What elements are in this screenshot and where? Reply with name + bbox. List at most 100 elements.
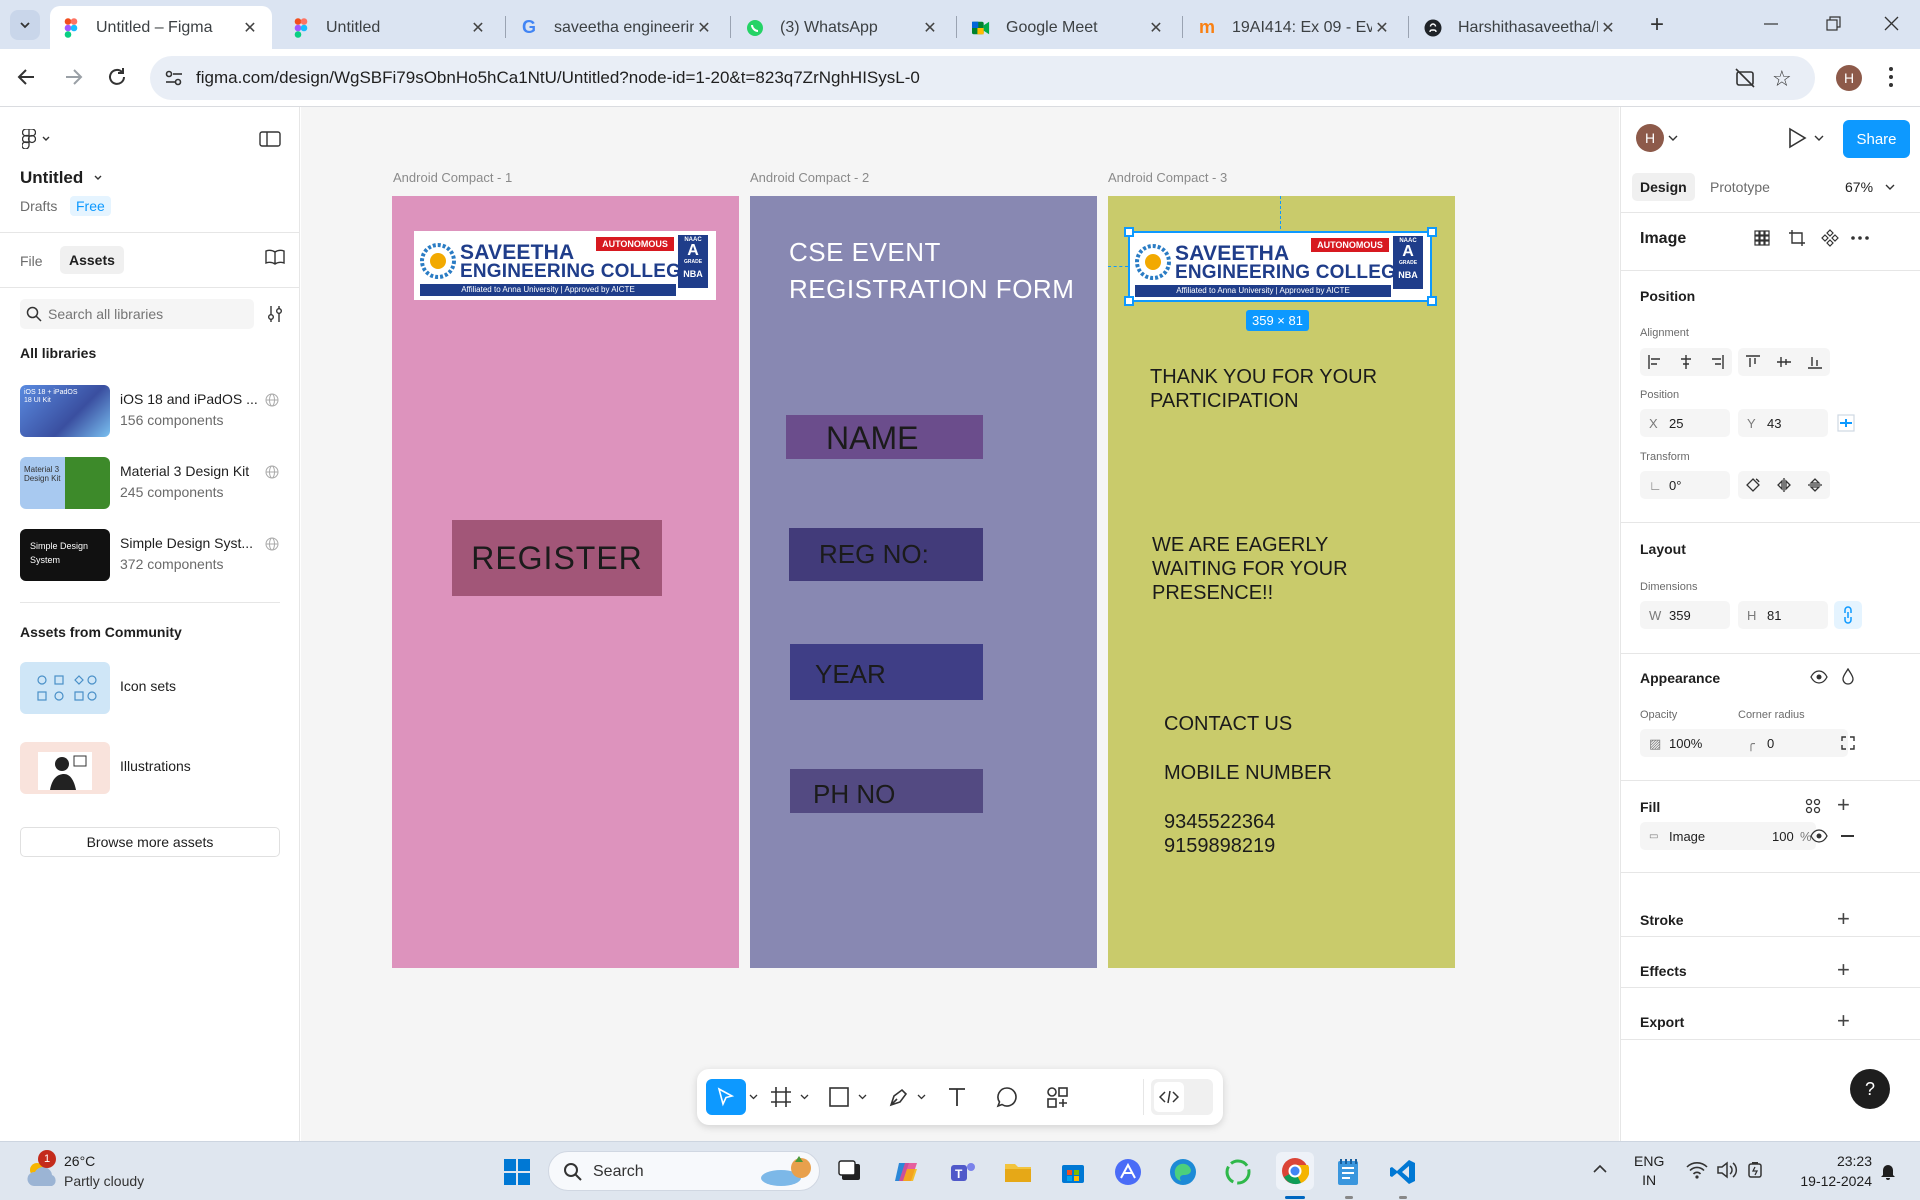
- export-heading[interactable]: Export: [1640, 1014, 1684, 1030]
- library-item[interactable]: Material 3 Design Kit Material 3 Design …: [20, 457, 290, 509]
- battery-icon[interactable]: [1746, 1161, 1764, 1179]
- styles-grid-icon[interactable]: [1805, 798, 1821, 814]
- add-export-icon[interactable]: +: [1837, 1010, 1850, 1032]
- flip-horizontal-icon[interactable]: [1777, 478, 1791, 492]
- chevron-down-icon[interactable]: [1668, 134, 1678, 143]
- file-explorer-icon[interactable]: [1001, 1155, 1035, 1189]
- add-effect-icon[interactable]: +: [1837, 959, 1850, 981]
- grid-layout-icon[interactable]: [1754, 230, 1770, 246]
- bookmark-star-icon[interactable]: ☆: [1772, 66, 1792, 92]
- tab-design[interactable]: Design: [1632, 173, 1695, 201]
- frame-android-compact-1[interactable]: SAVEETHA ENGINEERING COLLEGE AUTONOMOUS …: [392, 196, 739, 968]
- resize-handle[interactable]: [1124, 296, 1134, 306]
- community-item-illustrations[interactable]: Illustrations: [20, 742, 290, 794]
- close-tab-icon[interactable]: ✕: [1372, 18, 1392, 38]
- share-button[interactable]: Share: [1843, 120, 1910, 158]
- profile-avatar[interactable]: H: [1836, 65, 1862, 91]
- align-left-icon[interactable]: [1648, 355, 1662, 369]
- height-field[interactable]: H 81: [1738, 601, 1828, 629]
- tab-whatsapp[interactable]: (3) WhatsApp ✕: [734, 6, 952, 49]
- tab-file[interactable]: File: [20, 249, 43, 273]
- plan-badge[interactable]: Free: [70, 196, 111, 216]
- site-settings-icon[interactable]: [164, 69, 184, 87]
- visibility-eye-icon[interactable]: [1810, 670, 1828, 684]
- toggle-sidebar-icon[interactable]: [259, 131, 281, 147]
- frame-label[interactable]: Android Compact - 1: [393, 170, 512, 185]
- clock[interactable]: 23:23 19-12-2024: [1782, 1151, 1872, 1191]
- chevron-down-icon[interactable]: [858, 1093, 867, 1101]
- close-tab-icon[interactable]: ✕: [1146, 18, 1166, 38]
- tab-github[interactable]: Harshithasaveetha/Fi ✕: [1412, 6, 1630, 49]
- notifications-bell-icon[interactable]: [1880, 1162, 1896, 1180]
- stroke-heading[interactable]: Stroke: [1640, 912, 1684, 928]
- drafts-link[interactable]: Drafts: [20, 198, 57, 214]
- new-tab-button[interactable]: +: [1642, 10, 1672, 40]
- close-window-button[interactable]: [1876, 12, 1906, 36]
- vscode-icon[interactable]: [1386, 1155, 1420, 1189]
- tab-untitled-figma[interactable]: Untitled – Figma ✕: [50, 6, 272, 49]
- zoom-dropdown[interactable]: 67%: [1845, 179, 1895, 195]
- actions-tool-button[interactable]: [1045, 1085, 1069, 1109]
- close-tab-icon[interactable]: ✕: [920, 18, 940, 38]
- constrain-proportions-button[interactable]: [1834, 601, 1862, 629]
- close-tab-icon[interactable]: ✕: [694, 18, 714, 38]
- chrome-icon[interactable]: [1276, 1152, 1314, 1190]
- tab-untitled[interactable]: Untitled ✕: [280, 6, 500, 49]
- refresh-app-icon[interactable]: [1221, 1155, 1255, 1189]
- add-fill-icon[interactable]: +: [1837, 794, 1850, 816]
- register-button[interactable]: REGISTER: [452, 520, 662, 596]
- independent-corners-icon[interactable]: [1841, 736, 1855, 750]
- thank-you-text[interactable]: THANK YOU FOR YOUR PARTICIPATION: [1150, 365, 1377, 413]
- notepad-icon[interactable]: [1331, 1155, 1365, 1189]
- back-button[interactable]: [14, 64, 40, 90]
- constraints-icon[interactable]: [1837, 414, 1855, 432]
- restore-button[interactable]: [1818, 12, 1848, 36]
- align-right-icon[interactable]: [1710, 355, 1724, 369]
- remove-fill-icon[interactable]: [1841, 835, 1854, 837]
- add-stroke-icon[interactable]: +: [1837, 908, 1850, 930]
- waiting-text[interactable]: WE ARE EAGERLY WAITING FOR YOUR PRESENCE…: [1152, 533, 1348, 605]
- align-bottom-icon[interactable]: [1808, 355, 1822, 369]
- year-field[interactable]: YEAR: [790, 644, 983, 700]
- align-middle-icon[interactable]: [1777, 355, 1791, 369]
- chevron-down-icon[interactable]: [1814, 134, 1824, 143]
- align-top-icon[interactable]: [1746, 355, 1760, 369]
- library-search[interactable]: [20, 299, 254, 329]
- present-button[interactable]: [1787, 127, 1807, 149]
- corner-radius-field[interactable]: ╭ 0: [1738, 729, 1848, 757]
- opacity-field[interactable]: ▨ 100%: [1640, 729, 1750, 757]
- frame-label[interactable]: Android Compact - 3: [1108, 170, 1227, 185]
- user-avatar[interactable]: H: [1636, 124, 1664, 152]
- start-button[interactable]: [500, 1155, 534, 1189]
- name-field[interactable]: NAME: [786, 415, 983, 459]
- reload-button[interactable]: [104, 64, 130, 90]
- chevron-down-icon[interactable]: [749, 1093, 758, 1101]
- frame-tool-button[interactable]: [769, 1085, 793, 1109]
- resize-handle[interactable]: [1427, 227, 1437, 237]
- design-canvas[interactable]: Android Compact - 1 Android Compact - 2 …: [301, 107, 1619, 1141]
- help-button[interactable]: ?: [1850, 1069, 1890, 1109]
- mobile-number-label[interactable]: MOBILE NUMBER: [1164, 762, 1332, 785]
- effects-heading[interactable]: Effects: [1640, 963, 1687, 979]
- rotate-icon[interactable]: [1746, 478, 1760, 492]
- library-item[interactable]: iOS 18 + iPadOS 18 UI Kit iOS 18 and iPa…: [20, 385, 290, 437]
- dev-mode-toggle[interactable]: [1151, 1079, 1213, 1115]
- component-icon[interactable]: [1821, 229, 1839, 247]
- tab-saveetha-search[interactable]: G saveetha engineering ✕: [508, 6, 726, 49]
- fill-row[interactable]: ▭ Image 100 %: [1640, 822, 1816, 850]
- browser-menu-icon[interactable]: [1888, 66, 1894, 88]
- y-field[interactable]: Y 43: [1738, 409, 1828, 437]
- edge-icon[interactable]: [1166, 1155, 1200, 1189]
- form-title[interactable]: CSE EVENT REGISTRATION FORM: [789, 234, 1074, 308]
- community-item-icon-sets[interactable]: Icon sets: [20, 662, 290, 714]
- show-hidden-icons-icon[interactable]: [1592, 1164, 1608, 1174]
- blend-mode-icon[interactable]: [1841, 668, 1855, 685]
- tab-google-meet[interactable]: Google Meet ✕: [960, 6, 1178, 49]
- close-tab-icon[interactable]: ✕: [468, 18, 488, 38]
- pen-tool-button[interactable]: [887, 1085, 911, 1109]
- tab-moodle-ex09[interactable]: m 19AI414: Ex 09 - Even ✕: [1186, 6, 1404, 49]
- frame-android-compact-3[interactable]: SAVEETHA ENGINEERING COLLEGE AUTONOMOUS …: [1108, 196, 1455, 968]
- library-book-icon[interactable]: [265, 248, 285, 266]
- frame-android-compact-2[interactable]: CSE EVENT REGISTRATION FORM NAME REG NO:…: [750, 196, 1097, 968]
- weather-widget[interactable]: 1 26°C Partly cloudy: [20, 1150, 200, 1194]
